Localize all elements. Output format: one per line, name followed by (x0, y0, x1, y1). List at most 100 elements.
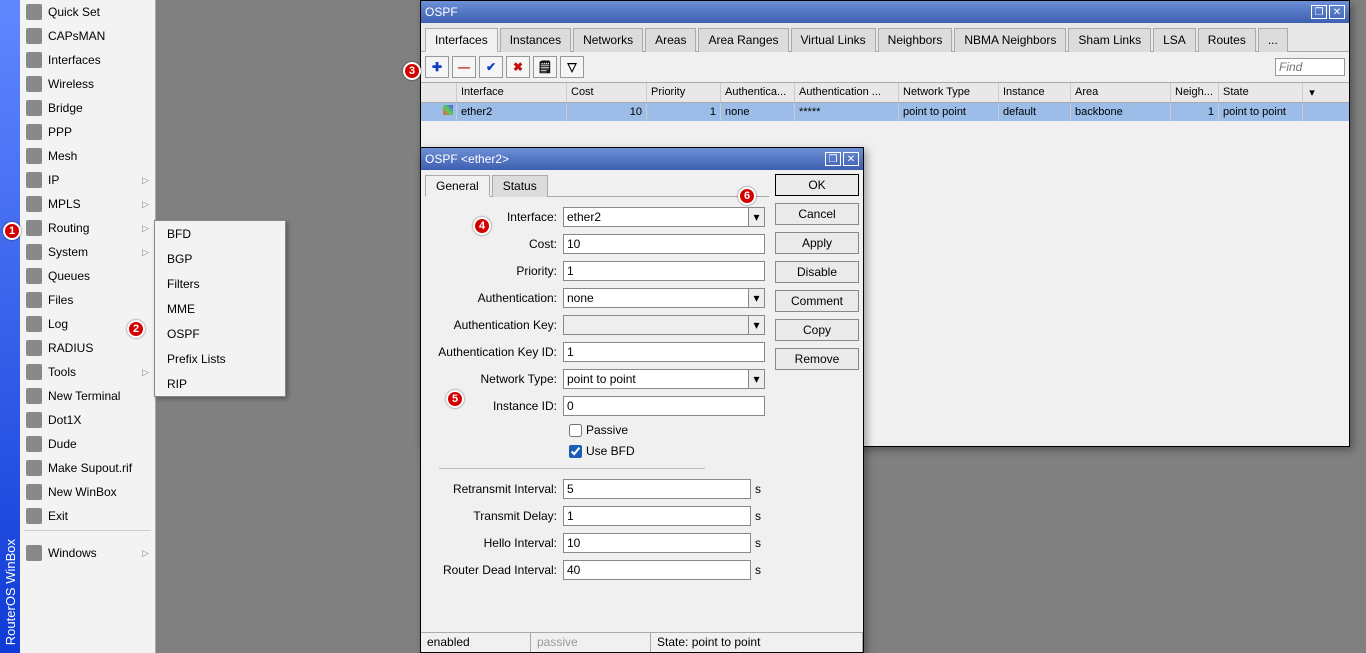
usebfd-checkbox[interactable] (569, 445, 582, 458)
menu-item-new-winbox[interactable]: New WinBox (20, 480, 155, 504)
copy-button[interactable]: Copy (775, 319, 859, 341)
prop-titlebar[interactable]: OSPF <ether2> ❐ ✕ (421, 148, 863, 170)
submenu-arrow-icon: ▷ (142, 199, 149, 210)
disable-button[interactable]: ✖ (506, 56, 530, 78)
cost-input[interactable] (563, 234, 765, 254)
interface-input[interactable] (563, 207, 749, 227)
authkey-expand[interactable]: ▾ (749, 315, 765, 335)
menu-item-tools[interactable]: Tools ▷ (20, 360, 155, 384)
close-button[interactable]: ✕ (1329, 5, 1345, 19)
passive-checkbox[interactable] (569, 424, 582, 437)
priority-input[interactable] (563, 261, 765, 281)
restore-button[interactable]: ❐ (825, 152, 841, 166)
col-header[interactable]: Cost (567, 83, 647, 102)
menu-item-dude[interactable]: Dude (20, 432, 155, 456)
col-header[interactable]: Network Type (899, 83, 999, 102)
tab-nbma-neighbors[interactable]: NBMA Neighbors (954, 28, 1066, 52)
auth-dropdown[interactable]: ▾ (749, 288, 765, 308)
menu-item-files[interactable]: Files (20, 288, 155, 312)
menu-item-queues[interactable]: Queues (20, 264, 155, 288)
tab-neighbors[interactable]: Neighbors (878, 28, 953, 52)
submenu-item-mme[interactable]: MME (155, 296, 285, 321)
remove-button[interactable]: — (452, 56, 476, 78)
ntype-dropdown[interactable]: ▾ (749, 369, 765, 389)
add-button[interactable]: ✚ (425, 56, 449, 78)
dead-input[interactable] (563, 560, 751, 580)
tab-virtual-links[interactable]: Virtual Links (791, 28, 876, 52)
menu-item-new-terminal[interactable]: New Terminal (20, 384, 155, 408)
submenu-item-prefix-lists[interactable]: Prefix Lists (155, 346, 285, 371)
menu-item-wireless[interactable]: Wireless (20, 72, 155, 96)
tab-status[interactable]: Status (492, 175, 548, 197)
col-header[interactable]: Authentication ... (795, 83, 899, 102)
tab-interfaces[interactable]: Interfaces (425, 28, 498, 52)
filter-button[interactable]: ▽ (560, 56, 584, 78)
menu-item-bridge[interactable]: Bridge (20, 96, 155, 120)
submenu-item-bfd[interactable]: BFD (155, 221, 285, 246)
table-row[interactable]: ether2101none*****point to pointdefaultb… (421, 103, 1349, 121)
col-header[interactable] (421, 83, 457, 102)
authkid-input[interactable] (563, 342, 765, 362)
menu-item-system[interactable]: System ▷ (20, 240, 155, 264)
tab-lsa[interactable]: LSA (1153, 28, 1196, 52)
menu-item-routing[interactable]: Routing ▷ (20, 216, 155, 240)
tab--[interactable]: ... (1258, 28, 1288, 52)
tab-routes[interactable]: Routes (1198, 28, 1256, 52)
menu-item-mpls[interactable]: MPLS ▷ (20, 192, 155, 216)
ntype-input[interactable] (563, 369, 749, 389)
col-header[interactable]: Area (1071, 83, 1171, 102)
authkey-input[interactable] (563, 315, 749, 335)
restore-button[interactable]: ❐ (1311, 5, 1327, 19)
interface-dropdown[interactable]: ▾ (749, 207, 765, 227)
row-icon (443, 105, 453, 115)
menu-item-quick-set[interactable]: Quick Set (20, 0, 155, 24)
tab-sham-links[interactable]: Sham Links (1068, 28, 1151, 52)
col-header[interactable]: Neigh... (1171, 83, 1219, 102)
submenu-item-ospf[interactable]: OSPF (155, 321, 285, 346)
menu-item-mesh[interactable]: Mesh (20, 144, 155, 168)
cancel-button[interactable]: Cancel (775, 203, 859, 225)
menu-label: Dot1X (48, 413, 81, 427)
badge-6: 6 (738, 187, 756, 205)
cell: point to point (1219, 103, 1303, 121)
retrans-input[interactable] (563, 479, 751, 499)
tab-instances[interactable]: Instances (500, 28, 571, 52)
remove-button[interactable]: Remove (775, 348, 859, 370)
menu-item-ip[interactable]: IP ▷ (20, 168, 155, 192)
col-header[interactable]: State (1219, 83, 1303, 102)
menu-item-radius[interactable]: RADIUS (20, 336, 155, 360)
col-header[interactable]: Instance (999, 83, 1071, 102)
menu-item-dot1x[interactable]: Dot1X (20, 408, 155, 432)
find-input[interactable] (1275, 58, 1345, 76)
disable-button[interactable]: Disable (775, 261, 859, 283)
menu-item-ppp[interactable]: PPP (20, 120, 155, 144)
tab-area-ranges[interactable]: Area Ranges (698, 28, 788, 52)
col-menu-button[interactable]: ▾ (1303, 83, 1321, 102)
ok-button[interactable]: OK (775, 174, 859, 196)
submenu-item-bgp[interactable]: BGP (155, 246, 285, 271)
enable-button[interactable]: ✔ (479, 56, 503, 78)
auth-input[interactable] (563, 288, 749, 308)
comment-button[interactable]: Comment (775, 290, 859, 312)
submenu-item-filters[interactable]: Filters (155, 271, 285, 296)
apply-button[interactable]: Apply (775, 232, 859, 254)
ospf-titlebar[interactable]: OSPF ❐ ✕ (421, 1, 1349, 23)
close-button[interactable]: ✕ (843, 152, 859, 166)
comment-button[interactable]: 🗒 (533, 56, 557, 78)
col-header[interactable]: Priority (647, 83, 721, 102)
menu-item-windows[interactable]: Windows ▷ (20, 541, 155, 565)
tdelay-input[interactable] (563, 506, 751, 526)
menu-item-make-supout.rif[interactable]: Make Supout.rif (20, 456, 155, 480)
hello-input[interactable] (563, 533, 751, 553)
tab-areas[interactable]: Areas (645, 28, 696, 52)
menu-item-exit[interactable]: Exit (20, 504, 155, 528)
tab-general[interactable]: General (425, 175, 490, 197)
col-header[interactable]: Interface (457, 83, 567, 102)
menu-item-interfaces[interactable]: Interfaces (20, 48, 155, 72)
col-header[interactable]: Authentica... (721, 83, 795, 102)
inst-input[interactable] (563, 396, 765, 416)
menu-item-capsman[interactable]: CAPsMAN (20, 24, 155, 48)
menu-label: Interfaces (48, 53, 101, 67)
tab-networks[interactable]: Networks (573, 28, 643, 52)
submenu-item-rip[interactable]: RIP (155, 371, 285, 396)
